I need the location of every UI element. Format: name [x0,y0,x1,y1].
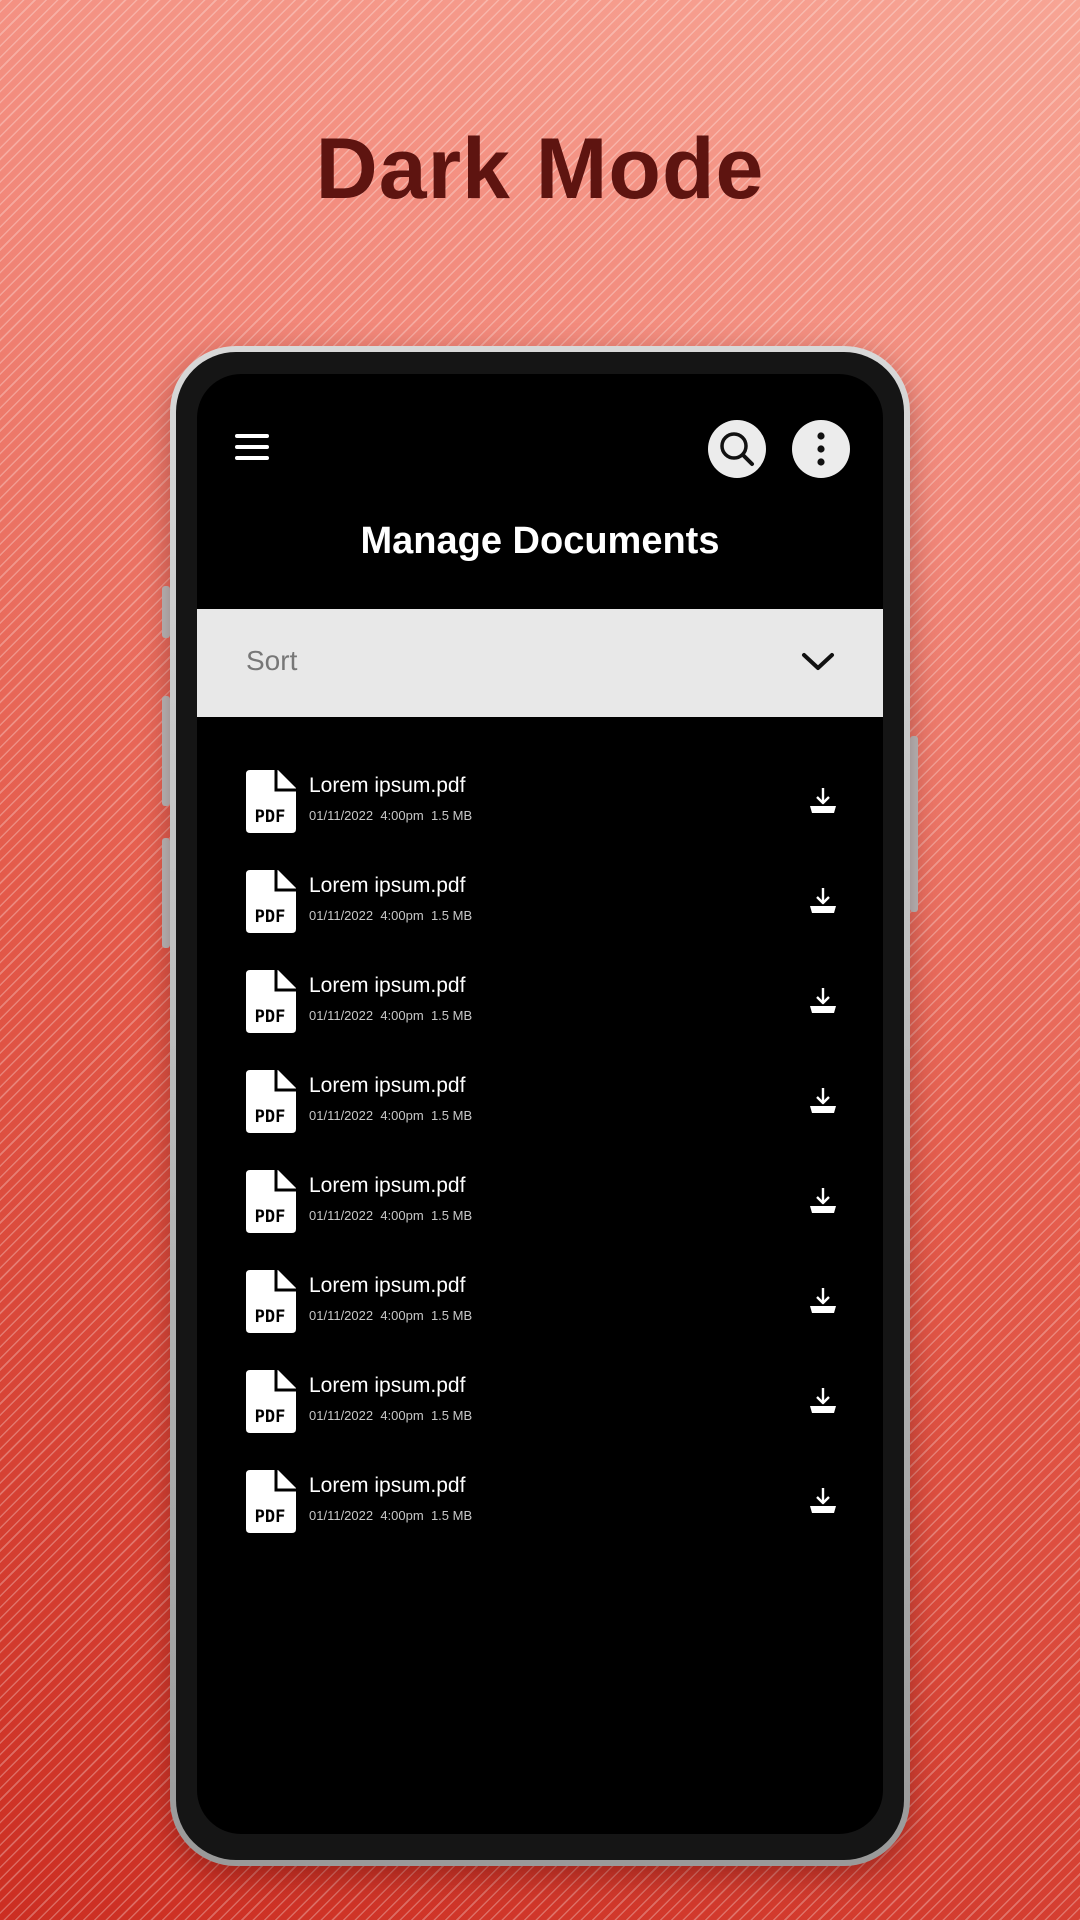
pdf-file-icon: PDF [246,770,296,833]
phone-screen: Manage Documents Sort PDF Lorem ipsum.pd… [197,374,883,1834]
document-meta: 01/11/2022 4:00pm 1.5 MB [309,1208,472,1223]
hamburger-menu-icon[interactable] [235,432,271,464]
svg-text:PDF: PDF [255,1407,286,1427]
phone-side-button-left-1 [162,586,170,638]
document-time: 4:00pm [380,1108,424,1123]
pdf-file-icon: PDF [246,870,296,933]
pdf-file-icon: PDF [246,1070,296,1133]
page-title: Manage Documents [360,520,720,562]
document-time: 4:00pm [380,1008,424,1023]
document-date: 01/11/2022 [309,1508,374,1523]
document-time: 4:00pm [380,808,424,823]
phone-side-button-left-2 [162,696,170,806]
document-meta: 01/11/2022 4:00pm 1.5 MB [309,1108,472,1123]
document-meta: 01/11/2022 4:00pm 1.5 MB [309,1508,472,1523]
download-icon[interactable] [808,1286,838,1316]
pdf-file-icon: PDF [246,1170,296,1233]
document-date: 01/11/2022 [309,1408,374,1423]
document-size: 1.5 MB [430,1108,473,1123]
document-meta: 01/11/2022 4:00pm 1.5 MB [309,1008,472,1023]
download-icon[interactable] [808,1486,838,1516]
document-name: Lorem ipsum.pdf [309,1474,466,1497]
document-list-item[interactable]: PDF Lorem ipsum.pdf 01/11/2022 4:00pm 1.… [197,970,883,1070]
document-date: 01/11/2022 [309,808,374,823]
document-date: 01/11/2022 [309,1108,374,1123]
phone-side-button-left-3 [162,838,170,948]
document-time: 4:00pm [380,1308,424,1323]
more-options-button[interactable] [792,420,850,478]
download-icon[interactable] [808,1386,838,1416]
pdf-file-icon: PDF [246,1270,296,1333]
document-list-item[interactable]: PDF Lorem ipsum.pdf 01/11/2022 4:00pm 1.… [197,1170,883,1270]
document-list: PDF Lorem ipsum.pdf 01/11/2022 4:00pm 1.… [197,770,883,1570]
document-size: 1.5 MB [430,1208,473,1223]
download-icon[interactable] [808,886,838,916]
hero-title: Dark Mode [315,121,765,217]
sort-dropdown[interactable]: Sort [197,609,883,717]
download-icon[interactable] [808,1186,838,1216]
svg-text:PDF: PDF [255,1107,286,1127]
document-name: Lorem ipsum.pdf [309,1274,466,1297]
document-date: 01/11/2022 [309,1008,374,1023]
document-size: 1.5 MB [430,1508,473,1523]
svg-text:PDF: PDF [255,1007,286,1027]
chevron-down-icon [802,653,834,670]
search-button[interactable] [708,420,766,478]
svg-text:PDF: PDF [255,907,286,927]
document-name: Lorem ipsum.pdf [309,1374,466,1397]
pdf-file-icon: PDF [246,1370,296,1433]
download-icon[interactable] [808,986,838,1016]
document-meta: 01/11/2022 4:00pm 1.5 MB [309,1408,472,1423]
download-icon[interactable] [808,786,838,816]
document-date: 01/11/2022 [309,1308,374,1323]
svg-text:PDF: PDF [255,807,286,827]
document-date: 01/11/2022 [309,1208,374,1223]
document-size: 1.5 MB [430,1308,473,1323]
document-meta: 01/11/2022 4:00pm 1.5 MB [309,808,472,823]
document-time: 4:00pm [380,1208,424,1223]
document-list-item[interactable]: PDF Lorem ipsum.pdf 01/11/2022 4:00pm 1.… [197,1070,883,1170]
document-name: Lorem ipsum.pdf [309,974,466,997]
document-size: 1.5 MB [430,1408,473,1423]
document-list-item[interactable]: PDF Lorem ipsum.pdf 01/11/2022 4:00pm 1.… [197,770,883,870]
document-meta: 01/11/2022 4:00pm 1.5 MB [309,1308,472,1323]
document-size: 1.5 MB [430,908,473,923]
top-app-bar [197,374,883,504]
pdf-file-icon: PDF [246,1470,296,1533]
download-icon[interactable] [808,1086,838,1116]
pdf-file-icon: PDF [246,970,296,1033]
search-icon [720,432,754,466]
more-vertical-icon [817,432,825,466]
phone-side-button-right [910,736,918,912]
document-date: 01/11/2022 [309,908,374,923]
document-list-item[interactable]: PDF Lorem ipsum.pdf 01/11/2022 4:00pm 1.… [197,1370,883,1470]
document-name: Lorem ipsum.pdf [309,1174,466,1197]
document-name: Lorem ipsum.pdf [309,874,466,897]
document-list-item[interactable]: PDF Lorem ipsum.pdf 01/11/2022 4:00pm 1.… [197,870,883,970]
document-time: 4:00pm [380,908,424,923]
sort-label: Sort [246,645,298,676]
document-time: 4:00pm [380,1508,424,1523]
document-time: 4:00pm [380,1408,424,1423]
svg-text:PDF: PDF [255,1307,286,1327]
document-list-item[interactable]: PDF Lorem ipsum.pdf 01/11/2022 4:00pm 1.… [197,1270,883,1370]
document-size: 1.5 MB [430,808,473,823]
document-name: Lorem ipsum.pdf [309,1074,466,1097]
document-name: Lorem ipsum.pdf [309,774,466,797]
document-size: 1.5 MB [430,1008,473,1023]
svg-text:PDF: PDF [255,1207,286,1227]
svg-text:PDF: PDF [255,1507,286,1527]
document-list-item[interactable]: PDF Lorem ipsum.pdf 01/11/2022 4:00pm 1.… [197,1470,883,1570]
document-meta: 01/11/2022 4:00pm 1.5 MB [309,908,472,923]
